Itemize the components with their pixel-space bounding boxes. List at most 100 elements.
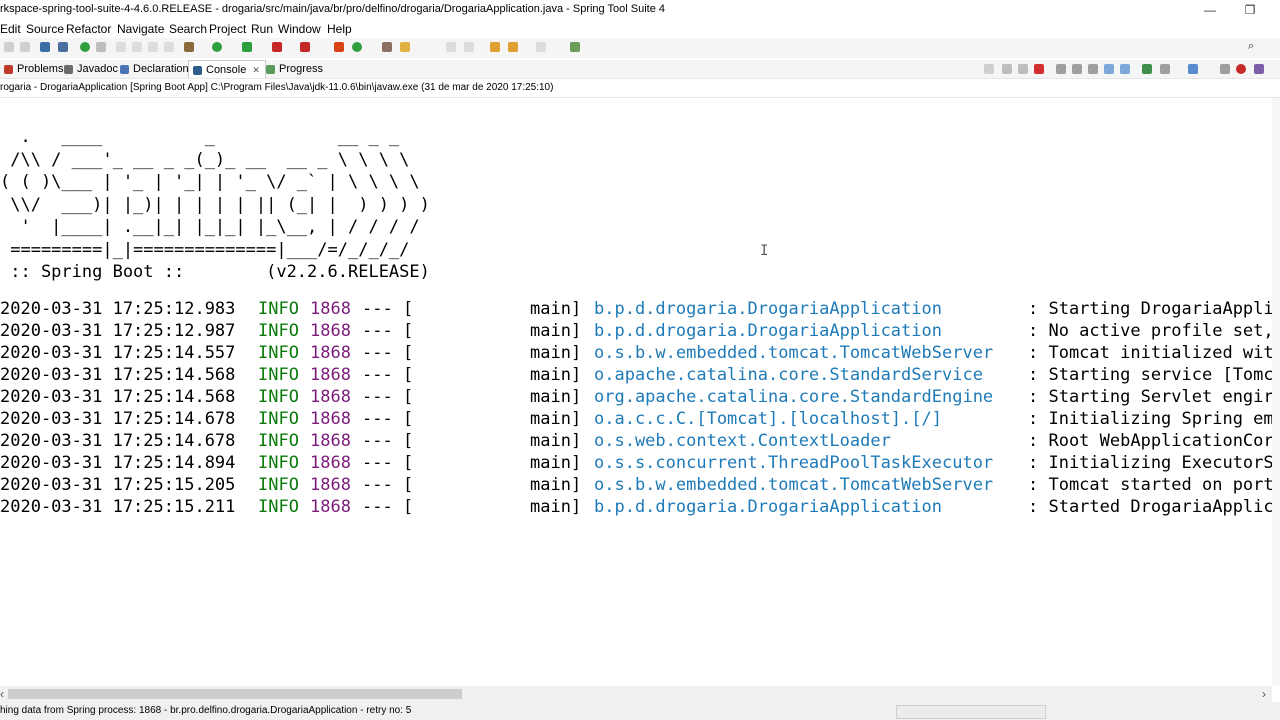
clear-icon[interactable]: [984, 64, 994, 74]
pin-editor-icon[interactable]: [570, 42, 580, 52]
back-icon[interactable]: [490, 42, 500, 52]
console-output[interactable]: . ____ _ __ _ _ /\\ / ___'_ __ _ _(_)_ _…: [0, 98, 1272, 686]
word-wrap-icon[interactable]: [1072, 64, 1082, 74]
external-tools-icon[interactable]: [334, 42, 344, 52]
status-text: hing data from Spring process: 1868 - br…: [0, 705, 412, 716]
tab-problems[interactable]: Problems: [0, 60, 67, 78]
tool-icon[interactable]: [116, 42, 126, 52]
horizontal-scrollbar[interactable]: ‹ ›: [0, 686, 1272, 702]
coverage-icon[interactable]: [242, 42, 252, 52]
log-thread: main]: [530, 453, 582, 473]
new-icon[interactable]: [4, 42, 14, 52]
tab-javadoc[interactable]: Javadoc: [60, 60, 122, 78]
menu-project[interactable]: Project: [209, 22, 246, 36]
debug-skip-icon[interactable]: [58, 42, 68, 52]
progress-icon: [266, 64, 275, 74]
open-console-icon[interactable]: [1188, 64, 1198, 74]
relaunch-icon[interactable]: [300, 42, 310, 52]
tab-label: Problems: [17, 63, 64, 75]
log-logger[interactable]: o.a.c.c.C.[Tomcat].[localhost].[/]: [594, 408, 942, 430]
terminate-icon[interactable]: [1034, 64, 1044, 74]
scroll-lock-icon[interactable]: [1056, 64, 1066, 74]
show-stderr-icon[interactable]: [1104, 64, 1114, 74]
menu-search[interactable]: Search: [169, 22, 207, 36]
status-bar: hing data from Spring process: 1868 - br…: [0, 702, 1280, 720]
log-pid: 1868: [310, 431, 351, 451]
new-java-icon[interactable]: [352, 42, 362, 52]
remove-launch-icon[interactable]: [1002, 64, 1012, 74]
terminal-icon[interactable]: [40, 42, 50, 52]
scroll-left-icon[interactable]: ‹: [0, 687, 4, 701]
log-line: 2020-03-31 17:25:15.205 INFO 1868 --- [ …: [0, 474, 1272, 496]
log-logger[interactable]: org.apache.catalina.core.StandardEngine: [594, 386, 993, 408]
scrollbar-thumb[interactable]: [8, 689, 462, 699]
log-level: INFO: [258, 299, 299, 319]
scroll-right-icon[interactable]: ›: [1262, 687, 1266, 701]
log-line: 2020-03-31 17:25:14.568 INFO 1868 --- [ …: [0, 364, 1272, 386]
tool-icon[interactable]: [132, 42, 142, 52]
menu-help[interactable]: Help: [327, 22, 352, 36]
vertical-scrollbar[interactable]: [1272, 98, 1280, 686]
log-level: INFO: [258, 387, 299, 407]
show-stdout-icon[interactable]: [1088, 64, 1098, 74]
annotation-icon[interactable]: [446, 42, 456, 52]
display-console-icon[interactable]: [1160, 64, 1170, 74]
stop-icon[interactable]: [272, 42, 282, 52]
back-icon[interactable]: [508, 42, 518, 52]
log-timestamp: 2020-03-31 17:25:14.568: [0, 365, 236, 385]
log-line: 2020-03-31 17:25:14.678 INFO 1868 --- [ …: [0, 408, 1272, 430]
minimize-icon[interactable]: —: [1190, 0, 1230, 20]
log-pid: 1868: [310, 409, 351, 429]
boot-dashboard-icon[interactable]: [80, 42, 90, 52]
log-line: 2020-03-31 17:25:12.983 INFO 1868 --- [ …: [0, 298, 1272, 320]
log-logger[interactable]: o.s.b.w.embedded.tomcat.TomcatWebServer: [594, 474, 993, 496]
log-timestamp: 2020-03-31 17:25:14.894: [0, 453, 236, 473]
log-thread: main]: [530, 365, 582, 385]
log-logger[interactable]: o.s.b.w.embedded.tomcat.TomcatWebServer: [594, 342, 993, 364]
search-tool-icon[interactable]: [400, 42, 410, 52]
log-logger[interactable]: b.p.d.drogaria.DrogariaApplication: [594, 298, 942, 320]
forward-icon[interactable]: [536, 42, 546, 52]
search-icon[interactable]: ⌕: [1248, 40, 1258, 52]
menu-run[interactable]: Run: [251, 22, 273, 36]
tab-declaration[interactable]: Declaration: [116, 60, 193, 78]
tool-icon[interactable]: [164, 42, 174, 52]
log-level: INFO: [258, 497, 299, 517]
menu-window[interactable]: Window: [278, 22, 321, 36]
menu-source[interactable]: Source: [26, 22, 64, 36]
log-logger[interactable]: b.p.d.drogaria.DrogariaApplication: [594, 320, 942, 342]
minimize-view-icon[interactable]: [1220, 64, 1230, 74]
log-logger[interactable]: b.p.d.drogaria.DrogariaApplication: [594, 496, 942, 518]
menu-navigate[interactable]: Navigate: [117, 22, 164, 36]
debug-icon[interactable]: [184, 42, 194, 52]
log-logger[interactable]: o.s.web.context.ContextLoader: [594, 430, 891, 452]
restore-icon[interactable]: ❐: [1230, 0, 1270, 20]
save-icon[interactable]: [20, 42, 30, 52]
menu-edit[interactable]: Edit: [0, 22, 21, 36]
menu-refactor[interactable]: Refactor: [66, 22, 111, 36]
remove-all-icon[interactable]: [1018, 64, 1028, 74]
new-console-icon[interactable]: [1142, 64, 1152, 74]
log-pid: 1868: [310, 343, 351, 363]
log-message: : Started DrogariaApplic: [1028, 497, 1272, 517]
annotation-icon[interactable]: [464, 42, 474, 52]
log-logger[interactable]: o.apache.catalina.core.StandardService: [594, 364, 983, 386]
log-level: INFO: [258, 453, 299, 473]
close-icon[interactable]: ✕: [252, 65, 260, 76]
tool-icon[interactable]: [148, 42, 158, 52]
launch-info-bar: rogaria - DrogariaApplication [Spring Bo…: [0, 78, 1280, 98]
tab-console[interactable]: Console ✕: [188, 60, 266, 79]
log-timestamp: 2020-03-31 17:25:14.557: [0, 343, 236, 363]
log-message: : Initializing ExecutorS: [1028, 453, 1272, 473]
maximize-view-icon[interactable]: [1254, 64, 1264, 74]
pin-console-icon[interactable]: [1120, 64, 1130, 74]
run-icon[interactable]: [212, 42, 222, 52]
log-timestamp: 2020-03-31 17:25:15.205: [0, 475, 236, 495]
log-thread: main]: [530, 409, 582, 429]
log-logger[interactable]: o.s.s.concurrent.ThreadPoolTaskExecutor: [594, 452, 993, 474]
tool-icon[interactable]: [96, 42, 106, 52]
open-type-icon[interactable]: [382, 42, 392, 52]
window-title: rkspace-spring-tool-suite-4-4.6.0.RELEAS…: [0, 3, 666, 15]
spring-icon[interactable]: [1236, 64, 1246, 74]
tab-progress[interactable]: Progress: [262, 60, 327, 78]
